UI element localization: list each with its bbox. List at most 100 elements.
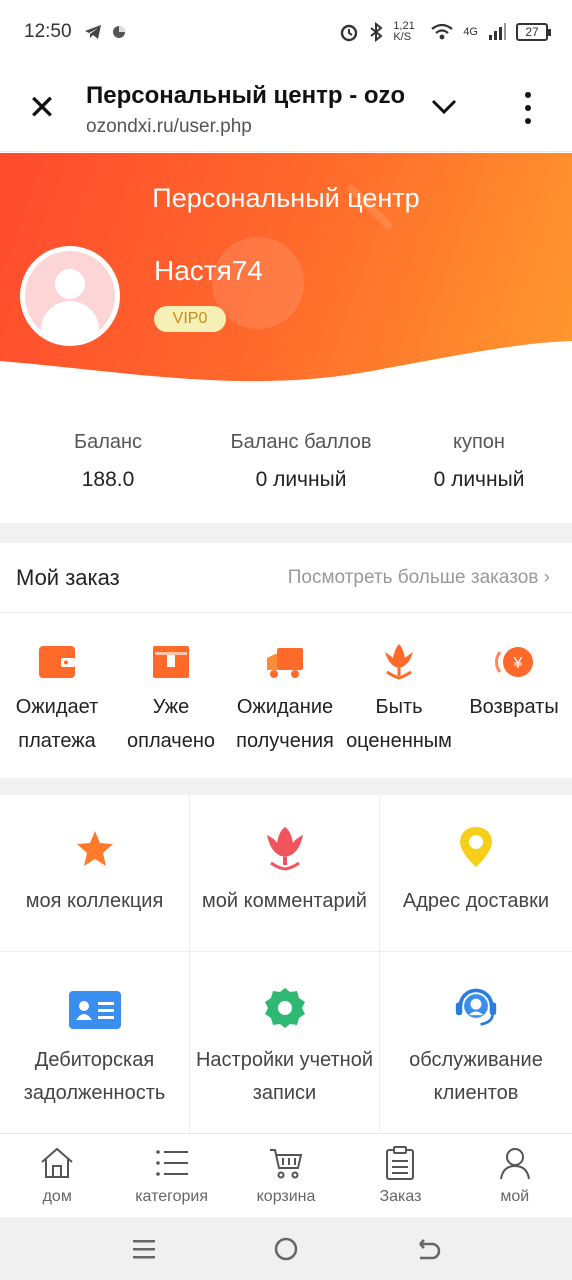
grid-label: обслуживание: [409, 1049, 543, 1071]
order-returns[interactable]: ¥ Возвраты: [456, 614, 572, 778]
clipboard-icon: [386, 1146, 415, 1180]
home-icon: [41, 1147, 73, 1178]
more-orders-link[interactable]: Посмотреть больше заказов ›: [288, 567, 550, 589]
order-awaiting-receipt[interactable]: Ожидание получения: [228, 614, 342, 778]
stat-coupon[interactable]: купон 0 личный: [386, 403, 572, 523]
grid-item-receivables[interactable]: Дебиторская задолженность: [0, 952, 190, 1132]
order-status-row: Ожидает платежа Уже оплачено Ожидание получ…: [0, 614, 572, 778]
user-icon: [499, 1148, 530, 1180]
url-text[interactable]: ozondxi.ru/user.php: [86, 116, 252, 138]
tab-cart[interactable]: корзина: [229, 1134, 343, 1217]
chevron-right-icon: ›: [543, 567, 550, 588]
orders-title: Мой заказ: [16, 565, 120, 590]
more-menu-icon[interactable]: [516, 92, 540, 124]
order-label: оплачено: [126, 730, 216, 752]
recent-apps-icon[interactable]: [130, 1235, 158, 1263]
id-card-icon: [68, 991, 121, 1029]
home-button-icon[interactable]: [272, 1235, 300, 1263]
page-tab-title: Персональный центр - ozo: [86, 82, 404, 109]
truck-icon: [267, 648, 303, 678]
telegram-icon: [84, 25, 101, 39]
header-wave: [0, 341, 572, 403]
browser-toolbar: ✕ Персональный центр - ozo ozondxi.ru/us…: [0, 64, 572, 152]
refund-icon: ¥: [495, 647, 533, 677]
profile-header: Персональный центр Настя74 VIP0: [0, 153, 572, 403]
grid-item-comments[interactable]: мой комментарий: [190, 795, 380, 952]
grid-label: Настройки учетной: [195, 1049, 373, 1071]
bluetooth-icon: [370, 22, 383, 42]
back-icon[interactable]: [414, 1235, 442, 1263]
status-bar: 12:50 1,21 K/S 4G 27: [0, 0, 572, 64]
settings-gear-icon: [264, 988, 305, 1028]
signal-icon: [489, 23, 506, 40]
alarm-icon: [341, 24, 358, 42]
tab-profile[interactable]: мой: [458, 1134, 572, 1217]
wifi-icon: [431, 23, 453, 40]
order-pending-payment[interactable]: Ожидает платежа: [0, 614, 114, 778]
order-label: Быть: [375, 696, 423, 718]
grid-item-customer-service[interactable]: обслуживание клиентов: [380, 952, 572, 1132]
status-time: 12:50: [24, 21, 72, 42]
list-icon: [155, 1150, 188, 1176]
stat-value: 0 личный: [433, 468, 525, 491]
grid-label: записи: [252, 1082, 317, 1104]
tab-orders[interactable]: Заказ: [343, 1134, 457, 1217]
tab-label: категория: [135, 1188, 209, 1205]
chevron-down-icon[interactable]: [426, 88, 462, 124]
close-icon[interactable]: ✕: [24, 90, 60, 126]
stat-label: Баланс: [73, 431, 143, 453]
order-label: оцененным: [346, 730, 452, 752]
battery-icon: 27: [516, 23, 551, 41]
order-label: получения: [236, 730, 334, 752]
order-label: платежа: [18, 730, 96, 752]
section-divider: [0, 523, 572, 543]
order-paid[interactable]: Уже оплачено: [114, 614, 228, 778]
bottom-tab-bar: дом категория корзина Заказ мой: [0, 1133, 572, 1217]
stat-points[interactable]: Баланс баллов 0 личный: [216, 403, 386, 523]
grid-label: задолженность: [23, 1082, 166, 1104]
net-speed: 1,21 K/S: [393, 20, 415, 43]
network-type: 4G: [463, 26, 478, 38]
tab-category[interactable]: категория: [114, 1134, 228, 1217]
star-icon: [76, 831, 113, 866]
app-notification-icon: [112, 26, 125, 38]
tab-label: мой: [500, 1188, 530, 1205]
stat-label: Баланс баллов: [230, 431, 372, 453]
tulip-icon: [266, 827, 303, 871]
tab-label: корзина: [256, 1188, 316, 1205]
tab-label: Заказ: [379, 1188, 422, 1205]
grid-item-address[interactable]: Адрес доставки: [380, 795, 572, 952]
location-pin-icon: [460, 827, 492, 867]
system-nav-bar: [0, 1217, 572, 1280]
username: Настя74: [154, 255, 263, 286]
orders-header: Мой заказ Посмотреть больше заказов ›: [0, 543, 572, 613]
box-icon: [153, 646, 189, 678]
grid-item-account-settings[interactable]: Настройки учетной записи: [190, 952, 380, 1132]
stat-label: купон: [453, 431, 505, 453]
grid-label: Адрес доставки: [402, 890, 550, 912]
grid-item-collection[interactable]: моя коллекция: [0, 795, 190, 952]
grid-label: моя коллекция: [25, 890, 164, 912]
order-label: Уже: [152, 696, 190, 718]
flower-icon: [385, 644, 413, 680]
wallet-icon: [39, 646, 75, 678]
feature-grid: моя коллекция мой комментарий Адрес дост…: [0, 795, 572, 1132]
stat-balance[interactable]: Баланс 188.0: [0, 403, 216, 523]
tab-label: дом: [42, 1188, 72, 1205]
svg-text:¥: ¥: [513, 655, 523, 672]
order-to-be-rated[interactable]: Быть оцененным: [342, 614, 456, 778]
grid-label: мой комментарий: [202, 890, 367, 912]
order-label: Возвраты: [469, 696, 559, 718]
cart-icon: [270, 1149, 303, 1179]
grid-label: Дебиторская: [34, 1049, 155, 1071]
section-divider: [0, 778, 572, 795]
order-label: Ожидает: [15, 696, 99, 718]
headset-icon: [455, 988, 497, 1026]
stat-value: 188.0: [81, 468, 135, 491]
page-title: Персональный центр: [152, 183, 420, 213]
tab-home[interactable]: дом: [0, 1134, 114, 1217]
order-label: Ожидание: [236, 696, 334, 718]
grid-label: клиентов: [433, 1082, 519, 1104]
balance-stats: Баланс 188.0 Баланс баллов 0 личный купо…: [0, 403, 572, 523]
stat-value: 0 личный: [255, 468, 347, 491]
